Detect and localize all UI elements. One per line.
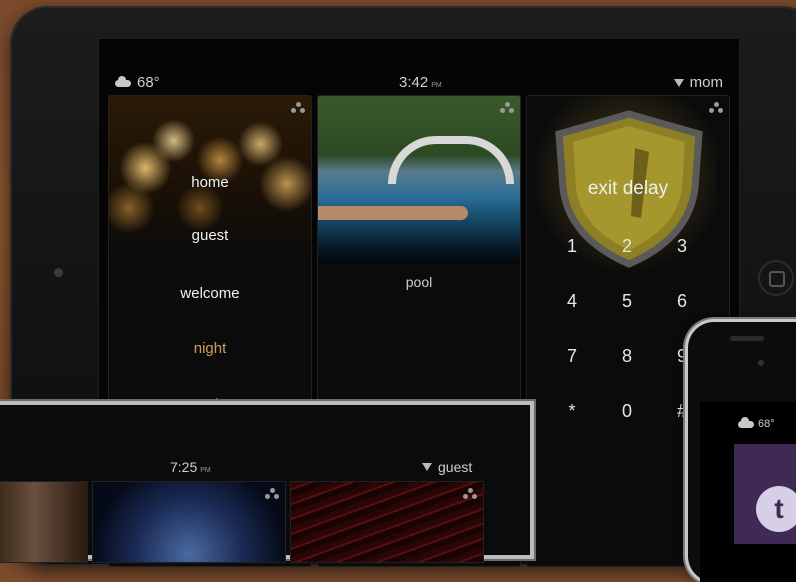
laptop-panel-1[interactable]	[0, 481, 88, 563]
bridge-shape	[388, 136, 514, 184]
laptop-time-suffix: PM	[200, 467, 211, 474]
user-label: mom	[689, 74, 723, 91]
share-icon[interactable]	[500, 102, 514, 114]
laptop-clock: 7:25 PM	[170, 459, 211, 475]
camera-label: pool	[405, 274, 433, 290]
weather-widget: 68°	[113, 74, 160, 91]
laptop-panel-3[interactable]	[290, 481, 484, 563]
phone-weather-widget: 68°	[736, 417, 775, 430]
keypad-2[interactable]: 2	[607, 236, 647, 257]
temperature-label: 68°	[137, 74, 160, 91]
phone-temperature-label: 68°	[758, 418, 775, 430]
phone-camera	[758, 360, 764, 366]
keypad-6[interactable]: 6	[662, 291, 702, 312]
keypad-7[interactable]: 7	[552, 346, 592, 367]
time-suffix: PM	[431, 82, 442, 89]
phone-speaker	[730, 336, 764, 341]
mode-night[interactable]: night	[109, 340, 311, 357]
keypad-3[interactable]: 3	[662, 236, 702, 257]
time-label: 3:42	[399, 74, 429, 91]
keypad-4[interactable]: 4	[552, 291, 592, 312]
mode-welcome[interactable]: welcome	[109, 285, 311, 302]
status-bar: 68° 3:42 PM mom	[99, 39, 739, 95]
laptop-panel-2[interactable]	[92, 481, 286, 563]
deck-shape	[318, 206, 468, 220]
clock: 3:42 PM	[399, 74, 442, 91]
share-icon[interactable]	[709, 102, 723, 114]
pool-camera-image	[318, 96, 520, 264]
home-button[interactable]	[758, 260, 794, 296]
tablet-camera	[54, 268, 63, 277]
share-icon[interactable]	[265, 488, 279, 500]
laptop-device: 7:25 PM guest	[0, 405, 530, 563]
laptop-user-label: guest	[438, 459, 473, 475]
triangle-down-icon	[422, 463, 432, 471]
laptop-time-label: 7:25	[170, 459, 198, 475]
keypad-5[interactable]: 5	[607, 291, 647, 312]
keypad-8[interactable]: 8	[607, 346, 647, 367]
share-icon[interactable]	[463, 488, 477, 500]
cloud-sun-icon	[113, 75, 131, 88]
mode-guest[interactable]: guest	[109, 227, 311, 244]
avatar[interactable]: t	[756, 486, 796, 532]
user-menu[interactable]: mom	[673, 74, 723, 91]
mode-home[interactable]: home	[109, 174, 311, 191]
laptop-user-menu[interactable]: guest	[422, 459, 472, 475]
keypad-0[interactable]: 0	[607, 401, 647, 422]
triangle-down-icon	[673, 78, 684, 87]
keypad-star[interactable]: *	[552, 401, 592, 422]
share-icon[interactable]	[291, 102, 305, 114]
security-status: exit delay	[587, 178, 669, 199]
keypad-1[interactable]: 1	[552, 236, 592, 257]
cloud-sun-icon	[736, 417, 754, 429]
